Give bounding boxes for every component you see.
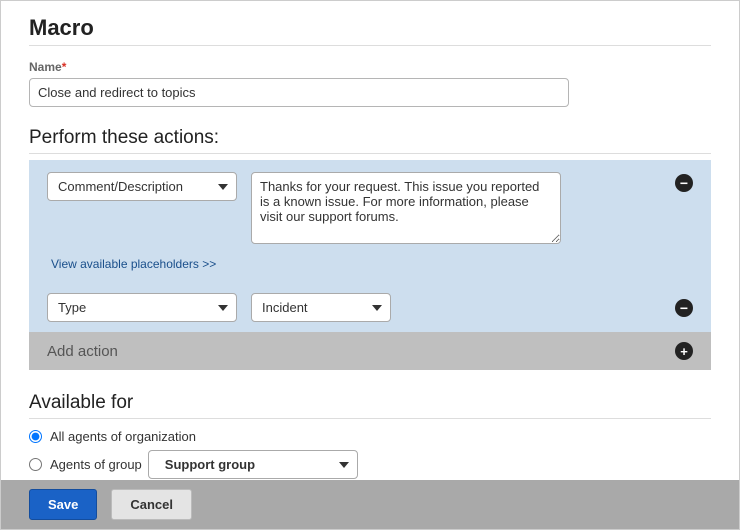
divider [29, 45, 711, 46]
plus-icon: + [680, 345, 688, 358]
add-action-label: Add action [47, 343, 118, 360]
add-action-button[interactable]: + [675, 342, 693, 360]
radio-label: Agents of group [50, 457, 142, 472]
radio-all-agents[interactable] [29, 430, 42, 443]
radio-row-all-agents[interactable]: All agents of organization [29, 429, 711, 444]
name-label: Name* [29, 60, 711, 74]
action-value-select[interactable]: Incident [251, 293, 391, 322]
divider [29, 418, 711, 419]
required-marker: * [62, 60, 67, 74]
minus-icon: − [680, 176, 688, 190]
footer-bar: Save Cancel [1, 480, 739, 529]
placeholders-wrap: View available placeholders >> [29, 256, 711, 283]
radio-label: All agents of organization [50, 429, 196, 444]
action-value-textarea[interactable]: Thanks for your request. This issue you … [251, 172, 561, 244]
radio-row-agents-group[interactable]: Agents of group Support group [29, 450, 711, 479]
actions-container: Comment/Description Thanks for your requ… [29, 160, 711, 370]
remove-action-button[interactable]: − [675, 299, 693, 317]
divider [29, 153, 711, 154]
action-field-select[interactable]: Comment/Description [47, 172, 237, 201]
remove-action-button[interactable]: − [675, 174, 693, 192]
action-row: Type Incident − [29, 283, 711, 332]
cancel-button[interactable]: Cancel [111, 489, 192, 520]
action-row: Comment/Description Thanks for your requ… [29, 160, 711, 256]
save-button[interactable]: Save [29, 489, 97, 520]
name-label-text: Name [29, 60, 62, 74]
action-field-select[interactable]: Type [47, 293, 237, 322]
group-select[interactable]: Support group [148, 450, 358, 479]
minus-icon: − [680, 301, 688, 315]
page-title: Macro [29, 15, 711, 41]
name-input[interactable] [29, 78, 569, 107]
radio-agents-group[interactable] [29, 458, 42, 471]
view-placeholders-link[interactable]: View available placeholders >> [47, 257, 216, 271]
add-action-row[interactable]: Add action + [29, 332, 711, 370]
actions-heading: Perform these actions: [29, 127, 711, 149]
available-heading: Available for [29, 392, 711, 414]
